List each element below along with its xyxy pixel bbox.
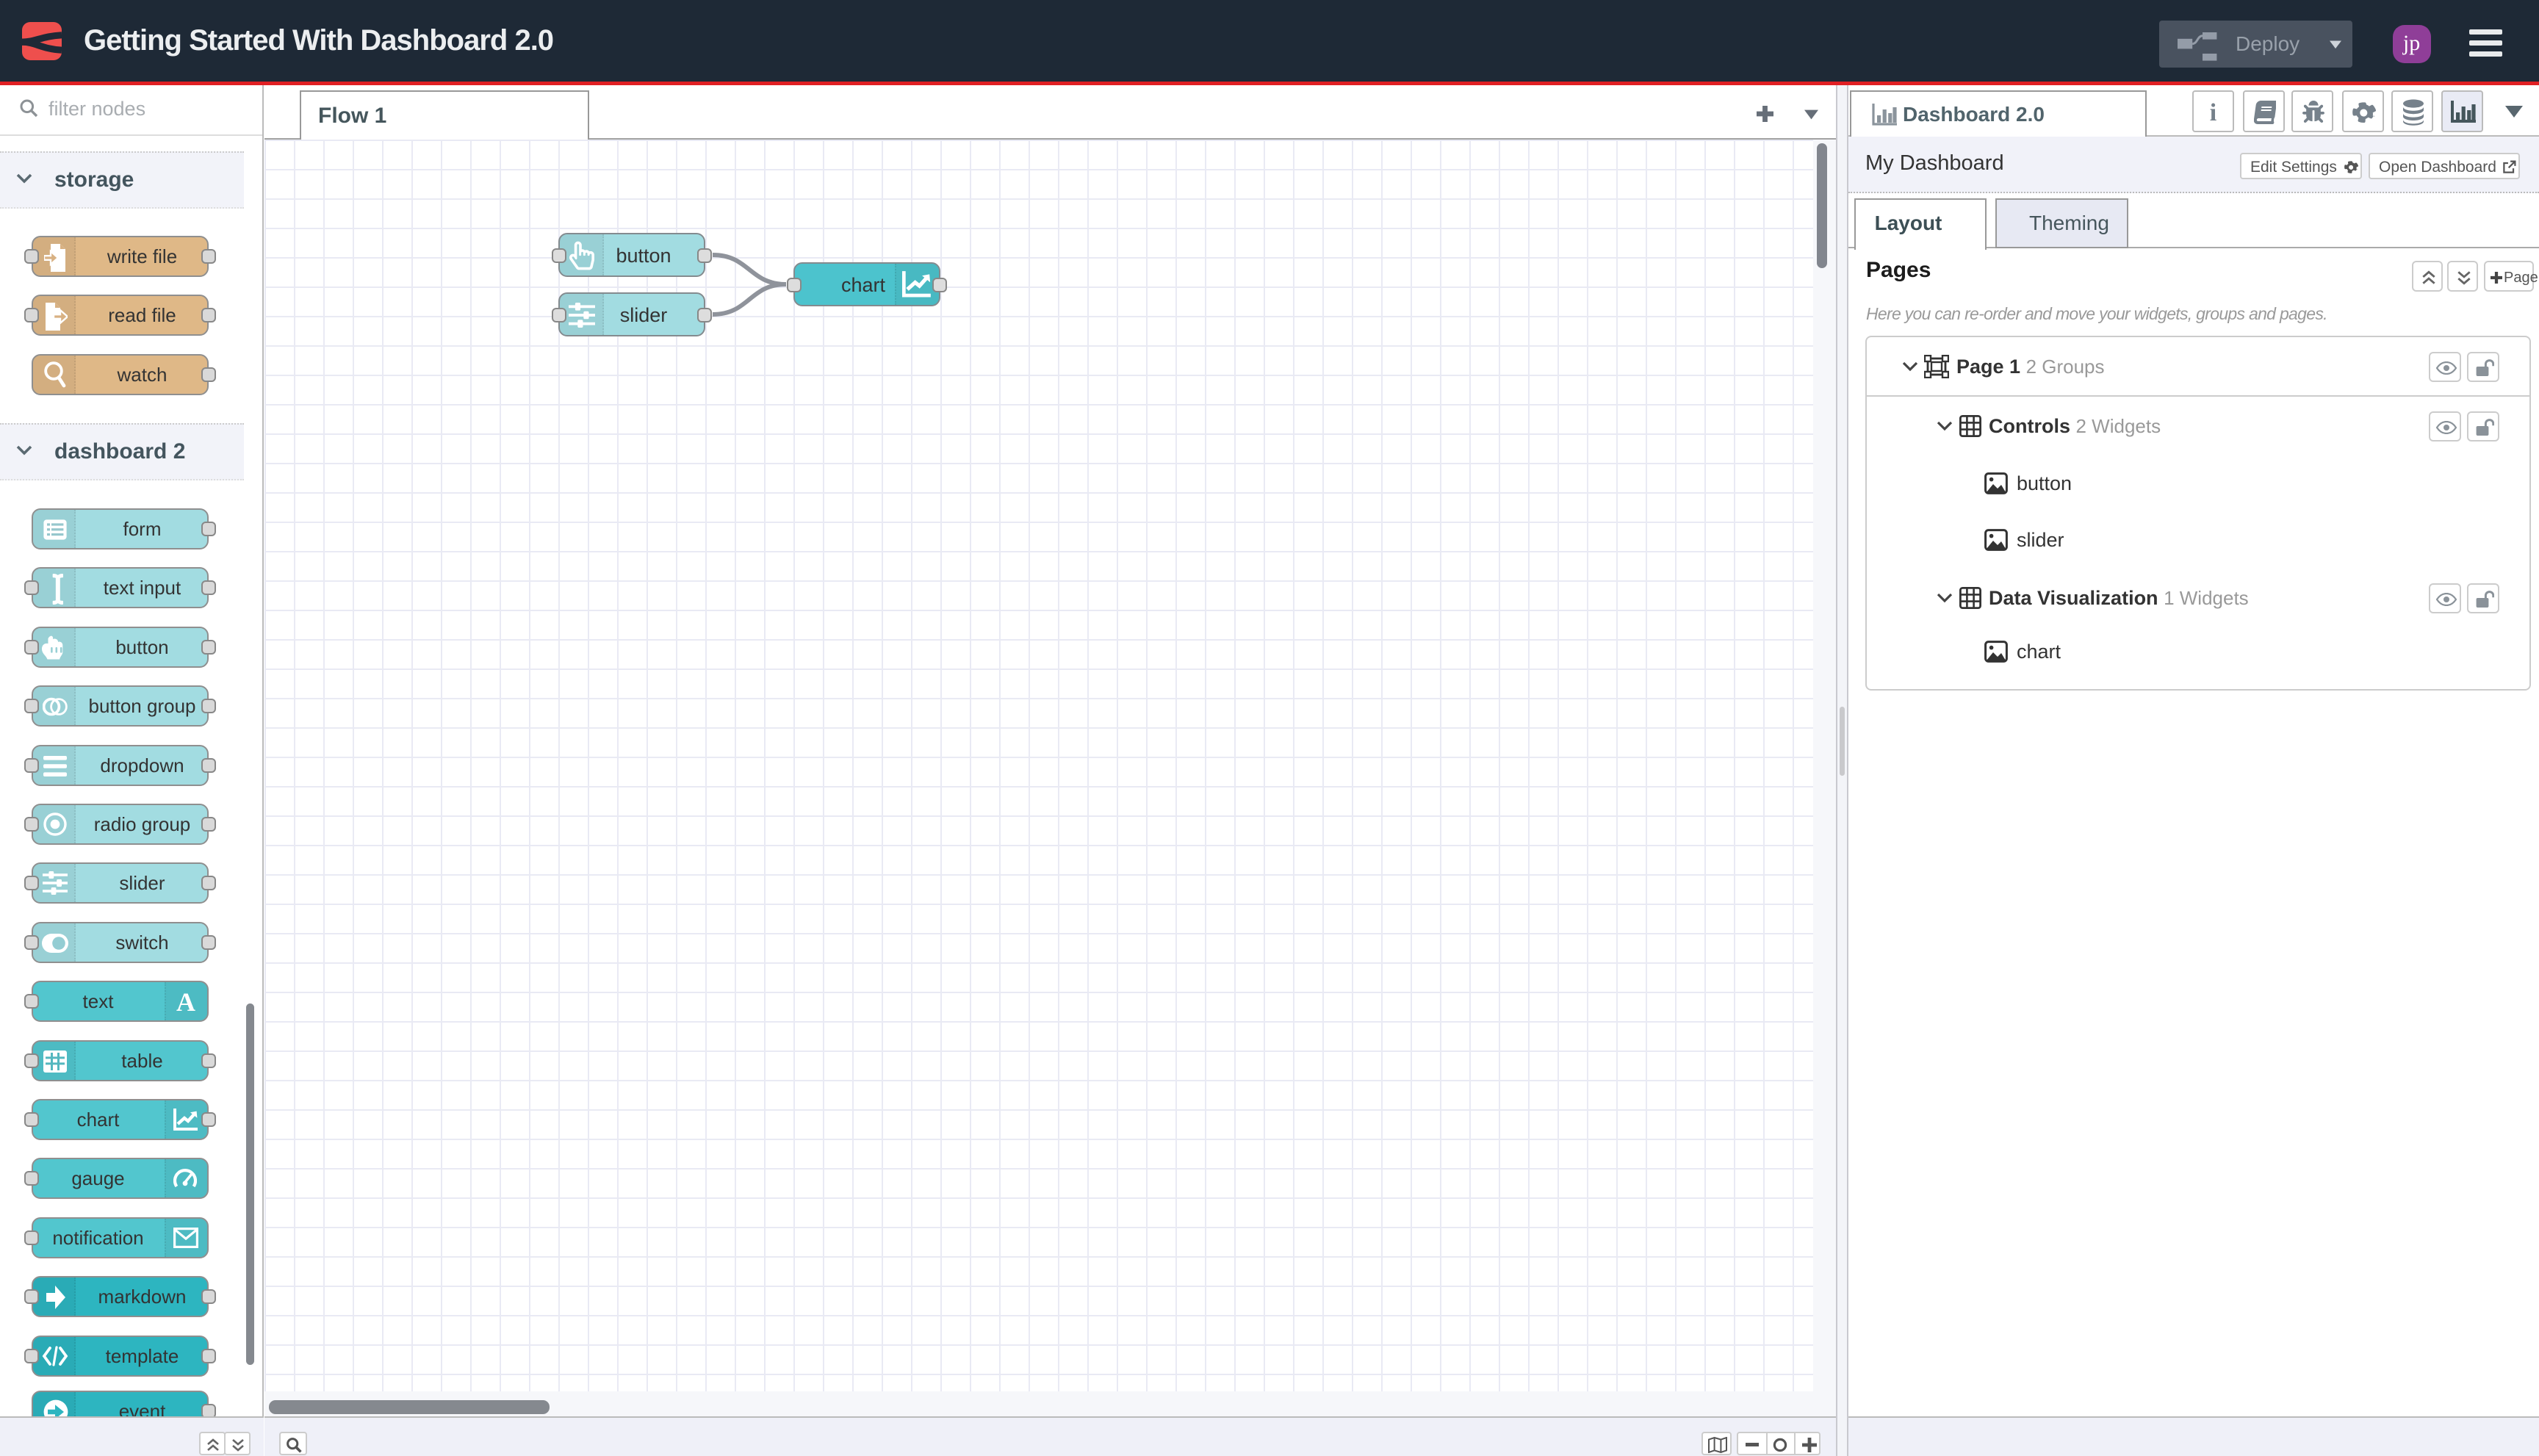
svg-text:A: A bbox=[176, 988, 195, 1016]
